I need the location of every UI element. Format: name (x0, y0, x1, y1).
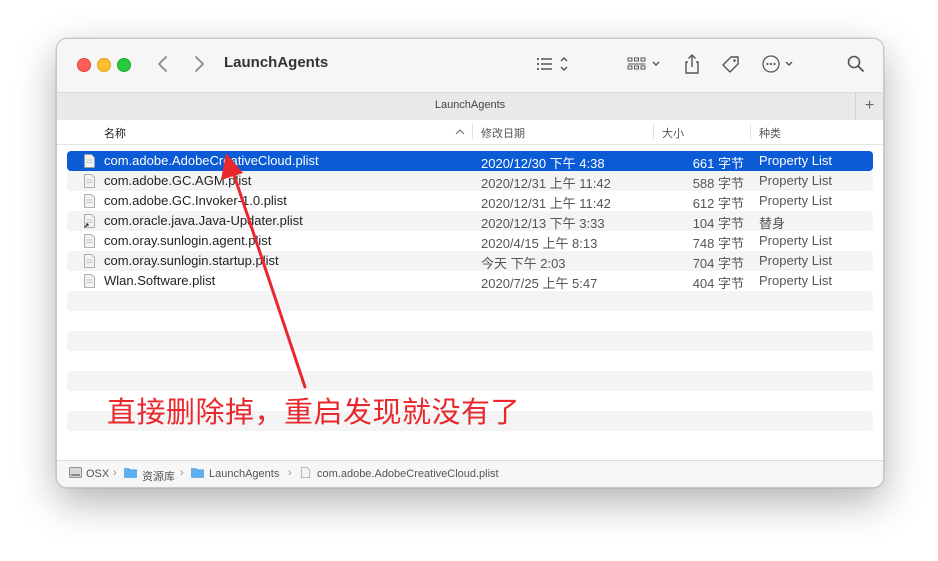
tab-launchagents[interactable]: LaunchAgents (57, 99, 883, 111)
file-name: com.oray.sunlogin.startup.plist (104, 253, 279, 268)
share-icon[interactable] (683, 53, 701, 75)
disk-icon (69, 467, 82, 478)
file-row[interactable]: com.adobe.GC.Invoker-1.0.plist 2020/12/31… (67, 191, 873, 211)
path-item-osx[interactable]: OSX (86, 468, 109, 480)
plist-file-icon (84, 274, 95, 288)
empty-row (67, 351, 873, 371)
file-size: 104 字节 (692, 216, 744, 231)
file-row[interactable]: com.adobe.AdobeCreativeCloud.plist 2020/1… (67, 151, 873, 171)
column-divider[interactable] (750, 124, 751, 139)
file-date: 2020/12/31 上午 11:42 (481, 196, 611, 211)
file-kind: 替身 (759, 216, 786, 231)
file-date: 2020/12/31 上午 11:42 (481, 176, 611, 191)
path-item-file[interactable]: com.adobe.AdobeCreativeCloud.plist (317, 468, 499, 480)
file-name: com.oracle.java.Java-Updater.plist (104, 213, 303, 228)
file-kind: Property List (759, 273, 832, 288)
column-header: 名称 修改日期 大小 种类 (57, 120, 883, 145)
minimize-window-button[interactable] (97, 58, 111, 72)
empty-row (67, 311, 873, 331)
column-divider[interactable] (653, 124, 654, 139)
file-size: 661 字节 (692, 156, 744, 171)
path-item-launchagents[interactable]: LaunchAgents (209, 468, 279, 480)
sort-ascending-icon[interactable] (455, 128, 465, 136)
file-kind: Property List (759, 233, 832, 248)
file-kind: Property List (759, 153, 832, 168)
file-date: 今天 下午 2:03 (481, 256, 566, 271)
file-date: 2020/4/15 上午 8:13 (481, 236, 598, 251)
plist-file-icon (84, 174, 95, 188)
search-icon[interactable] (846, 53, 866, 75)
empty-row (67, 291, 873, 311)
file-size: 404 字节 (692, 276, 744, 291)
tag-icon[interactable] (720, 53, 742, 75)
file-name: com.adobe.AdobeCreativeCloud.plist (104, 153, 319, 168)
column-date[interactable]: 修改日期 (481, 125, 525, 141)
document-icon (300, 467, 311, 478)
file-row[interactable]: com.oray.sunlogin.agent.plist 2020/4/15 上… (67, 231, 873, 251)
file-size: 704 字节 (692, 256, 744, 271)
plist-file-icon (84, 154, 95, 168)
file-kind: Property List (759, 193, 832, 208)
path-separator: › (180, 467, 184, 479)
file-size: 612 字节 (692, 196, 744, 211)
zoom-window-button[interactable] (117, 58, 131, 72)
file-row[interactable]: com.oray.sunlogin.startup.plist 今天 下午 2:0… (67, 251, 873, 271)
column-kind[interactable]: 种类 (759, 125, 781, 141)
back-icon[interactable] (153, 53, 173, 75)
close-window-button[interactable] (77, 58, 91, 72)
file-date: 2020/12/30 下午 4:38 (481, 156, 605, 171)
column-size[interactable]: 大小 (662, 125, 684, 141)
file-date: 2020/7/25 上午 5:47 (481, 276, 598, 291)
file-name: com.adobe.GC.Invoker-1.0.plist (104, 193, 287, 208)
path-separator: › (113, 467, 117, 479)
annotation-text: 直接删除掉，重启发现就没有了 (107, 395, 521, 429)
grid-view-icon[interactable] (627, 53, 663, 75)
file-size: 748 字节 (692, 236, 744, 251)
folder-icon (124, 468, 137, 478)
file-row[interactable]: com.oracle.java.Java-Updater.plist 2020/1… (67, 211, 873, 231)
empty-row (67, 331, 873, 351)
tab-bar: LaunchAgents + (57, 92, 883, 121)
file-name: com.oray.sunlogin.agent.plist (104, 233, 272, 248)
alias-file-icon (84, 214, 95, 228)
empty-row (67, 371, 873, 391)
column-name[interactable]: 名称 (104, 125, 126, 141)
folder-icon (191, 468, 204, 478)
new-tab-button[interactable]: + (855, 93, 883, 120)
file-size: 588 字节 (692, 176, 744, 191)
file-name: Wlan.Software.plist (104, 273, 216, 288)
plist-file-icon (84, 194, 95, 208)
file-kind: Property List (759, 253, 832, 268)
window-title: LaunchAgents (224, 54, 329, 71)
toolbar: LaunchAgents (57, 39, 883, 92)
path-bar: OSX › 资源库 › LaunchAgents › com.adobe.Ado… (57, 460, 883, 487)
empty-row (67, 431, 873, 451)
file-kind: Property List (759, 173, 832, 188)
plist-file-icon (84, 254, 95, 268)
forward-icon[interactable] (189, 53, 209, 75)
file-name: com.adobe.GC.AGM.plist (104, 173, 252, 188)
file-date: 2020/12/13 下午 3:33 (481, 216, 605, 231)
file-row[interactable]: Wlan.Software.plist 2020/7/25 上午 5:47 404 … (67, 271, 873, 291)
path-separator: › (288, 467, 292, 479)
column-divider[interactable] (472, 124, 473, 139)
path-item-library[interactable]: 资源库 (142, 468, 175, 484)
plist-file-icon (84, 234, 95, 248)
more-icon[interactable] (761, 53, 797, 75)
list-view-icon[interactable] (535, 53, 571, 75)
file-row[interactable]: com.adobe.GC.AGM.plist 2020/12/31 上午 11:4… (67, 171, 873, 191)
